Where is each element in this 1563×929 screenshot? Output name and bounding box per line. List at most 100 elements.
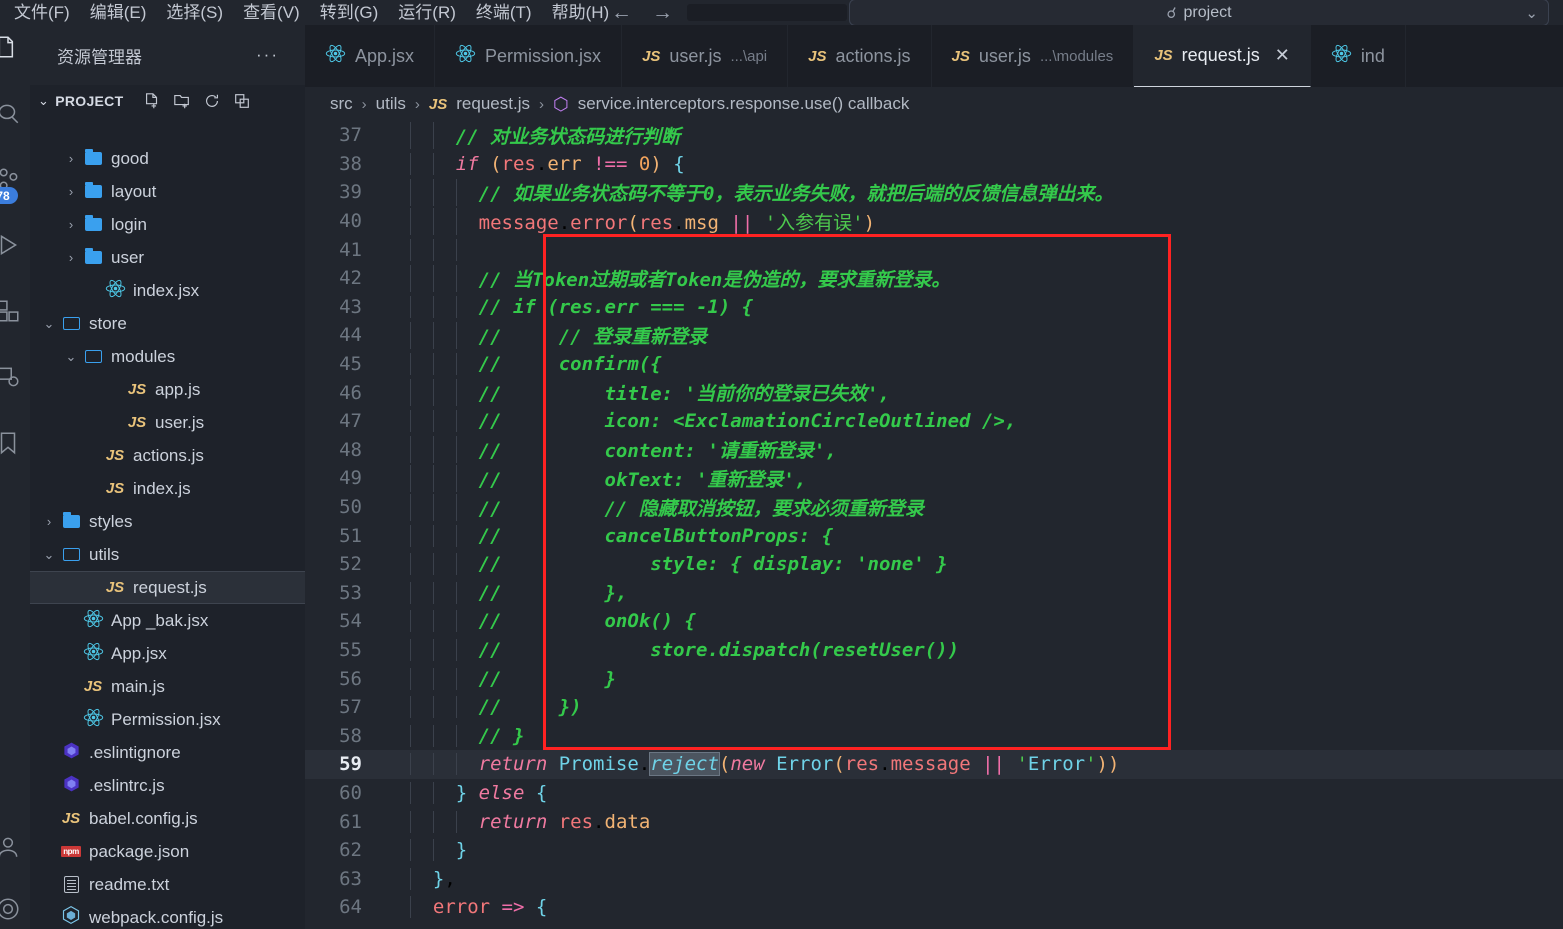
editor-tab-user-js[interactable]: JS user.js ...\api (622, 25, 789, 87)
breadcrumb-file[interactable]: request.js (456, 94, 530, 114)
code-line[interactable]: 64 error => { (305, 893, 1563, 922)
editor-tab-actions-js[interactable]: JS actions.js (788, 25, 932, 87)
tree-item[interactable]: .eslintrc.js (30, 769, 305, 802)
code-line[interactable]: 61 return res.data (305, 807, 1563, 836)
twisty-icon[interactable]: ⌄ (62, 349, 80, 365)
tree-item[interactable]: JS main.js (30, 670, 305, 703)
tree-item[interactable]: JS actions.js (30, 439, 305, 472)
tree-item[interactable]: App.jsx (30, 637, 305, 670)
code-line[interactable]: 38 if (res.err !== 0) { (305, 150, 1563, 179)
menu-item-terminal[interactable]: 终端(T) (466, 0, 542, 25)
tree-item[interactable]: Permission.jsx (30, 703, 305, 736)
code-line[interactable]: 53 // }, (305, 579, 1563, 608)
tree-item[interactable]: JS babel.config.js (30, 802, 305, 835)
code-line[interactable]: 60} else { (305, 779, 1563, 808)
code-line[interactable]: 50 // // 隐藏取消按钮，要求必须重新登录 (305, 493, 1563, 522)
code-line[interactable]: 52 // style: { display: 'none' } (305, 550, 1563, 579)
breadcrumb-utils[interactable]: utils (376, 94, 406, 114)
tree-item[interactable]: index.jsx (30, 274, 305, 307)
code-line[interactable]: 39 // 如果业务状态码不等于0，表示业务失败，就把后端的反馈信息弹出来。 (305, 178, 1563, 207)
arrow-right-icon[interactable]: → (646, 1, 679, 25)
bookmarks-icon[interactable] (0, 421, 30, 465)
explorer-icon[interactable] (0, 25, 30, 69)
accounts-icon[interactable] (0, 825, 30, 869)
twisty-icon[interactable]: ⌄ (40, 316, 58, 332)
code-line[interactable]: 57 // }) (305, 693, 1563, 722)
twisty-icon[interactable]: › (40, 514, 58, 529)
tree-item[interactable]: › good (30, 142, 305, 175)
editor-tab-permission-jsx[interactable]: Permission.jsx (435, 25, 623, 87)
twisty-icon[interactable]: › (62, 184, 80, 199)
code-line[interactable]: 54 // onOk() { (305, 607, 1563, 636)
tree-item[interactable]: JS user.js (30, 406, 305, 439)
tree-item[interactable]: JS app.js (30, 373, 305, 406)
code-line-current[interactable]: 59 return Promise.reject(new Error(res.me… (305, 750, 1563, 779)
menu-item-goto[interactable]: 转到(G) (310, 0, 389, 25)
menu-item-edit[interactable]: 编辑(E) (80, 0, 157, 25)
code-line[interactable]: 40 message.error(res.msg || '入参有误') (305, 207, 1563, 236)
code-editor[interactable]: 37 // 对业务状态码进行判断 38 if (res.err !== 0) {39 /… (305, 121, 1563, 929)
tree-item[interactable]: › layout (30, 175, 305, 208)
editor-tab-app-jsx[interactable]: App.jsx (305, 25, 436, 87)
code-line[interactable]: 47 // icon: <ExclamationCircleOutlined />… (305, 407, 1563, 436)
settings-gear-icon[interactable] (0, 887, 30, 929)
code-line[interactable]: 49 // okText: '重新登录', (305, 464, 1563, 493)
code-line[interactable]: 56 // } (305, 664, 1563, 693)
tree-item[interactable]: ⌄ utils (30, 538, 305, 571)
chevron-down-icon[interactable]: ⌄ (38, 93, 49, 109)
menu-item-view[interactable]: 查看(V) (233, 0, 310, 25)
menu-item-run[interactable]: 运行(R) (388, 0, 466, 25)
code-line[interactable]: 45 // confirm({ (305, 350, 1563, 379)
remote-explorer-icon[interactable] (0, 355, 30, 399)
code-line[interactable]: 62} (305, 836, 1563, 865)
tree-item[interactable]: › user (30, 241, 305, 274)
tree-item[interactable]: › styles (30, 505, 305, 538)
editor-tab-request-js[interactable]: JS request.js ✕ (1134, 25, 1311, 87)
collapse-all-icon[interactable] (233, 92, 251, 110)
code-line[interactable]: 43 // if (res.err === -1) { (305, 293, 1563, 322)
more-actions-icon[interactable]: ··· (256, 45, 279, 65)
tree-item[interactable]: ⌄ modules (30, 340, 305, 373)
search-icon[interactable] (0, 91, 30, 135)
breadcrumb-symbol[interactable]: service.interceptors.response.use() call… (578, 94, 910, 114)
code-line[interactable]: 41 (305, 235, 1563, 264)
extensions-icon[interactable] (0, 289, 30, 333)
command-center[interactable]: ☌ project ⌄ (849, 0, 1549, 25)
tree-item[interactable]: webpack.config.js (30, 901, 305, 929)
menu-item-select[interactable]: 选择(S) (156, 0, 233, 25)
code-line[interactable]: 48 // content: '请重新登录', (305, 436, 1563, 465)
new-folder-icon[interactable] (173, 92, 191, 110)
tree-item[interactable]: JS index.js (30, 472, 305, 505)
tree-item-selected[interactable]: JS request.js (30, 571, 305, 604)
tree-item[interactable]: .eslintignore (30, 736, 305, 769)
code-line[interactable]: 63}, (305, 864, 1563, 893)
new-file-icon[interactable] (143, 92, 161, 110)
arrow-left-icon[interactable]: ← (605, 1, 638, 25)
code-line[interactable]: 58 // } (305, 721, 1563, 750)
project-section-header[interactable]: ⌄ PROJECT (30, 85, 305, 117)
tree-item[interactable]: App _bak.jsx (30, 604, 305, 637)
code-line[interactable]: 44 // // 登录重新登录 (305, 321, 1563, 350)
chevron-down-icon[interactable]: ⌄ (1525, 4, 1538, 22)
breadcrumb-src[interactable]: src (330, 94, 353, 114)
code-content[interactable]: 37 // 对业务状态码进行判断 38 if (res.err !== 0) {39 /… (305, 121, 1563, 922)
twisty-icon[interactable]: ⌄ (40, 547, 58, 563)
close-icon[interactable]: ✕ (1275, 45, 1290, 66)
run-and-debug-icon[interactable] (0, 223, 30, 267)
code-line[interactable]: 42 // 当Token过期或者Token是伪造的，要求重新登录。 (305, 264, 1563, 293)
twisty-icon[interactable]: › (62, 217, 80, 232)
menu-item-file[interactable]: 文件(F) (4, 0, 80, 25)
twisty-icon[interactable]: › (62, 250, 80, 265)
code-line[interactable]: 46 // title: '当前你的登录已失效', (305, 378, 1563, 407)
tree-item[interactable]: readme.txt (30, 868, 305, 901)
tree-item[interactable]: › login (30, 208, 305, 241)
twisty-icon[interactable]: › (62, 151, 80, 166)
tree-item[interactable]: npm package.json (30, 835, 305, 868)
tree-item[interactable]: ⌄ store (30, 307, 305, 340)
editor-tab-ind[interactable]: ind (1310, 25, 1406, 87)
code-line[interactable]: 55 // store.dispatch(resetUser()) (305, 636, 1563, 665)
code-line[interactable]: 37 // 对业务状态码进行判断 (305, 121, 1563, 150)
code-line[interactable]: 51 // cancelButtonProps: { (305, 521, 1563, 550)
editor-tab-user-js[interactable]: JS user.js ...\modules (931, 25, 1135, 87)
refresh-icon[interactable] (203, 92, 221, 110)
